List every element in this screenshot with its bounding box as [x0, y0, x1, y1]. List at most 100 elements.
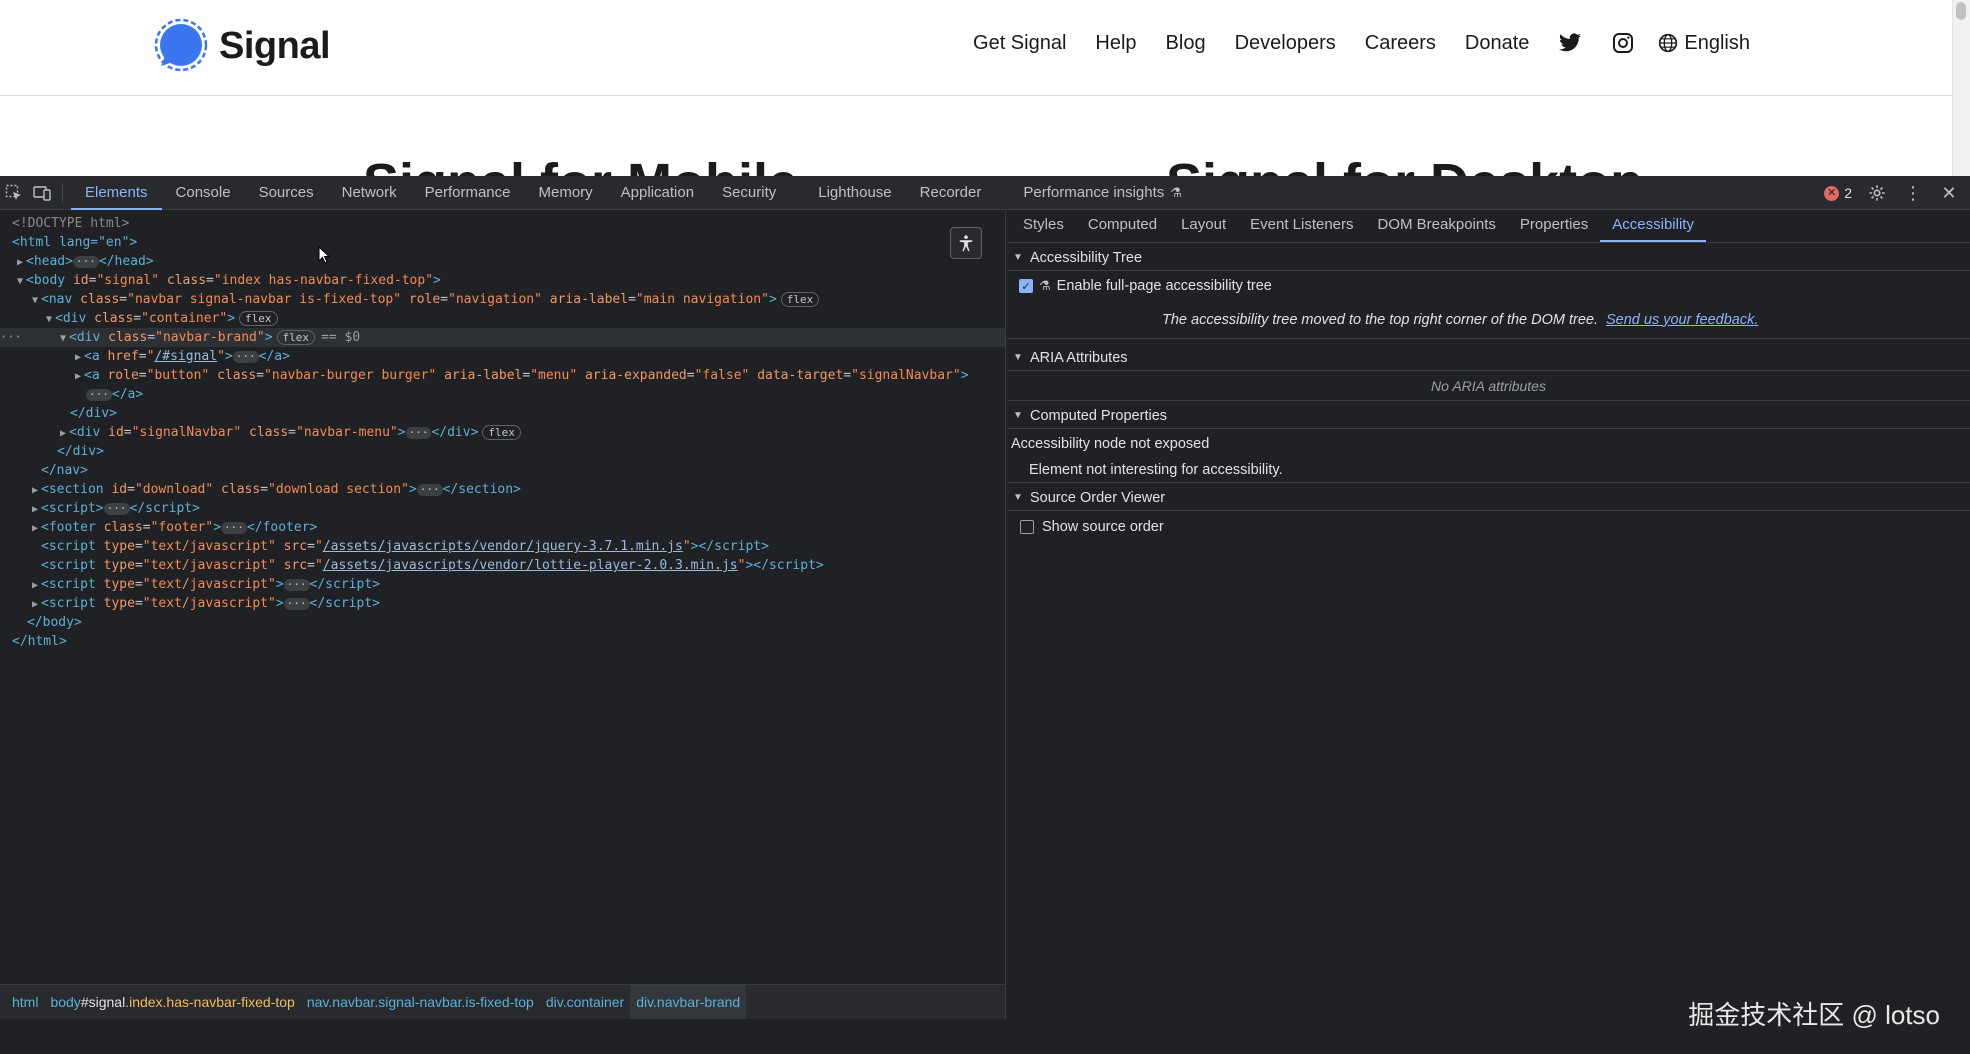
ellipsis-icon[interactable]: ···: [103, 502, 130, 515]
dom-navbar-brand-selected[interactable]: ··· ▼ <div class="navbar-brand"> flex == $0: [0, 328, 1005, 347]
side-tab-dom-breakpoints[interactable]: DOM Breakpoints: [1366, 210, 1508, 242]
dom-head[interactable]: ▶ <head> ··· </head>: [0, 252, 1005, 271]
show-source-order-row[interactable]: Show source order: [1007, 511, 1970, 543]
dom-doctype[interactable]: <!DOCTYPE html>: [0, 214, 1005, 233]
tab-network[interactable]: Network: [328, 176, 411, 210]
flex-badge[interactable]: flex: [276, 330, 316, 345]
expand-triangle-icon[interactable]: ▶: [29, 481, 41, 500]
dom-tree[interactable]: <!DOCTYPE html> <html lang="en"> ▶ <head>…: [0, 211, 1005, 651]
dom-footer[interactable]: ▶ <footer class="footer"> ··· </footer>: [0, 518, 1005, 537]
ellipsis-icon[interactable]: ···: [283, 597, 310, 610]
expand-triangle-icon[interactable]: ▶: [72, 348, 84, 367]
site-brand[interactable]: Signal: [153, 18, 331, 74]
dom-burger[interactable]: ▶ <a role="button" class="navbar-burger b…: [0, 366, 1005, 385]
enable-full-page-tree-checkbox[interactable]: ✓: [1019, 279, 1033, 293]
collapse-triangle-icon[interactable]: ▼: [29, 291, 41, 310]
site-scrollbar[interactable]: [1952, 0, 1970, 176]
dom-body[interactable]: ▼ <body id="signal" class="index has-navb…: [0, 271, 1005, 290]
tab-application[interactable]: Application: [607, 176, 708, 210]
nav-get-signal[interactable]: Get Signal: [973, 32, 1066, 55]
side-tab-properties[interactable]: Properties: [1508, 210, 1600, 242]
section-source-order-viewer[interactable]: ▼ Source Order Viewer: [1007, 485, 1970, 511]
flex-badge[interactable]: flex: [482, 425, 521, 440]
tab-performance[interactable]: Performance: [411, 176, 525, 210]
accessibility-tree-toggle[interactable]: [950, 227, 982, 259]
nav-help[interactable]: Help: [1095, 32, 1136, 55]
site-scrollbar-thumb[interactable]: [1956, 2, 1966, 20]
side-tab-styles[interactable]: Styles: [1011, 210, 1076, 242]
more-options-icon[interactable]: ⋮: [1902, 182, 1924, 204]
expand-triangle-icon[interactable]: ▶: [57, 424, 69, 443]
show-source-order-checkbox[interactable]: [1020, 520, 1034, 534]
ellipsis-icon[interactable]: ···: [405, 426, 432, 439]
dom-script-jquery[interactable]: <script type="text/javascript" src="/ass…: [0, 537, 1005, 556]
dom-script-inline-2[interactable]: ▶ <script type="text/javascript"> ··· </scr…: [0, 575, 1005, 594]
flex-badge[interactable]: flex: [780, 292, 820, 307]
twitter-icon[interactable]: [1558, 31, 1582, 55]
side-tab-computed[interactable]: Computed: [1076, 210, 1169, 242]
side-tab-accessibility[interactable]: Accessibility: [1600, 210, 1706, 242]
breadcrumb-item-navbar-brand[interactable]: div.navbar-brand: [630, 985, 747, 1019]
side-tab-event-listeners[interactable]: Event Listeners: [1238, 210, 1365, 242]
tab-security[interactable]: Security: [708, 176, 804, 210]
tab-lighthouse[interactable]: Lighthouse: [804, 176, 905, 210]
dom-html-open[interactable]: <html lang="en">: [0, 233, 1005, 252]
enable-full-page-tree-row[interactable]: ✓ ⚗ Enable full-page accessibility tree: [1007, 271, 1970, 301]
breadcrumb-item-container[interactable]: div.container: [540, 985, 630, 1019]
dom-script-inline-3[interactable]: ▶ <script type="text/javascript"> ··· </scr…: [0, 594, 1005, 613]
ellipsis-icon[interactable]: ···: [72, 255, 99, 268]
section-accessibility-tree[interactable]: ▼ Accessibility Tree: [1007, 245, 1970, 271]
tab-recorder[interactable]: Recorder: [906, 176, 1010, 210]
a-href-value[interactable]: /#signal: [154, 349, 217, 364]
language-selector[interactable]: English: [1658, 32, 1750, 55]
close-devtools-icon[interactable]: ✕: [1938, 182, 1960, 204]
nav-blog[interactable]: Blog: [1166, 32, 1206, 55]
tab-sources[interactable]: Sources: [245, 176, 328, 210]
ellipsis-icon[interactable]: ···: [86, 388, 112, 401]
expand-triangle-icon[interactable]: ▶: [29, 500, 41, 519]
instagram-icon[interactable]: [1611, 31, 1635, 55]
lottie-src-link[interactable]: /assets/javascripts/vendor/lottie-player…: [323, 558, 738, 573]
side-tab-layout[interactable]: Layout: [1169, 210, 1238, 242]
dom-body-close[interactable]: </body>: [0, 613, 1005, 632]
dom-nav-close[interactable]: </nav>: [0, 461, 1005, 480]
collapse-triangle-icon[interactable]: ▼: [14, 272, 26, 291]
section-computed-properties[interactable]: ▼ Computed Properties: [1007, 403, 1970, 429]
dom-html-close[interactable]: </html>: [0, 632, 1005, 651]
feedback-link[interactable]: Send us your feedback.: [1606, 312, 1758, 328]
expand-triangle-icon[interactable]: ▶: [29, 595, 41, 614]
dom-burger-close[interactable]: ··· </a>: [0, 385, 1005, 404]
expand-triangle-icon[interactable]: ▶: [72, 367, 84, 386]
jquery-src-link[interactable]: /assets/javascripts/vendor/jquery-3.7.1.…: [323, 539, 683, 554]
breadcrumb-item-html[interactable]: html: [6, 985, 44, 1019]
collapse-triangle-icon[interactable]: ▼: [43, 310, 55, 329]
settings-gear-icon[interactable]: [1866, 182, 1888, 204]
expand-triangle-icon[interactable]: ▶: [14, 253, 26, 272]
ellipsis-icon[interactable]: ···: [283, 578, 310, 591]
ellipsis-icon[interactable]: ···: [221, 521, 247, 534]
dom-brand-link[interactable]: ▶ <a href="/#signal"> ··· </a>: [0, 347, 1005, 366]
device-toolbar-icon[interactable]: [28, 176, 56, 210]
collapse-triangle-icon[interactable]: ▼: [57, 329, 69, 348]
nav-developers[interactable]: Developers: [1235, 32, 1336, 55]
ellipsis-icon[interactable]: ···: [232, 350, 259, 363]
breadcrumb-item-body[interactable]: body#signal.index.has-navbar-fixed-top: [44, 985, 300, 1019]
breadcrumb-item-nav[interactable]: nav.navbar.signal-navbar.is-fixed-top: [301, 985, 540, 1019]
dom-script-lottie[interactable]: <script type="text/javascript" src="/ass…: [0, 556, 1005, 575]
nav-careers[interactable]: Careers: [1365, 32, 1436, 55]
inspect-element-icon[interactable]: [0, 176, 28, 210]
dom-navbar-menu[interactable]: ▶ <div id="signalNavbar" class="navbar-me…: [0, 423, 1005, 442]
dom-nav[interactable]: ▼ <nav class="navbar signal-navbar is-fix…: [0, 290, 1005, 309]
tab-console[interactable]: Console: [162, 176, 245, 210]
dom-container-close[interactable]: </div>: [0, 442, 1005, 461]
tab-elements[interactable]: Elements: [71, 176, 162, 210]
expand-triangle-icon[interactable]: ▶: [29, 519, 41, 538]
tab-memory[interactable]: Memory: [525, 176, 607, 210]
row-menu-icon[interactable]: ···: [0, 328, 22, 347]
dom-section[interactable]: ▶ <section id="download" class="download …: [0, 480, 1005, 499]
ellipsis-icon[interactable]: ···: [416, 483, 443, 496]
tab-performance-insights[interactable]: Performance insights ⚗: [1009, 176, 1196, 210]
flex-badge[interactable]: flex: [239, 311, 278, 326]
error-count-badge[interactable]: ✕ 2: [1824, 185, 1852, 201]
dom-div-close[interactable]: </div>: [0, 404, 1005, 423]
